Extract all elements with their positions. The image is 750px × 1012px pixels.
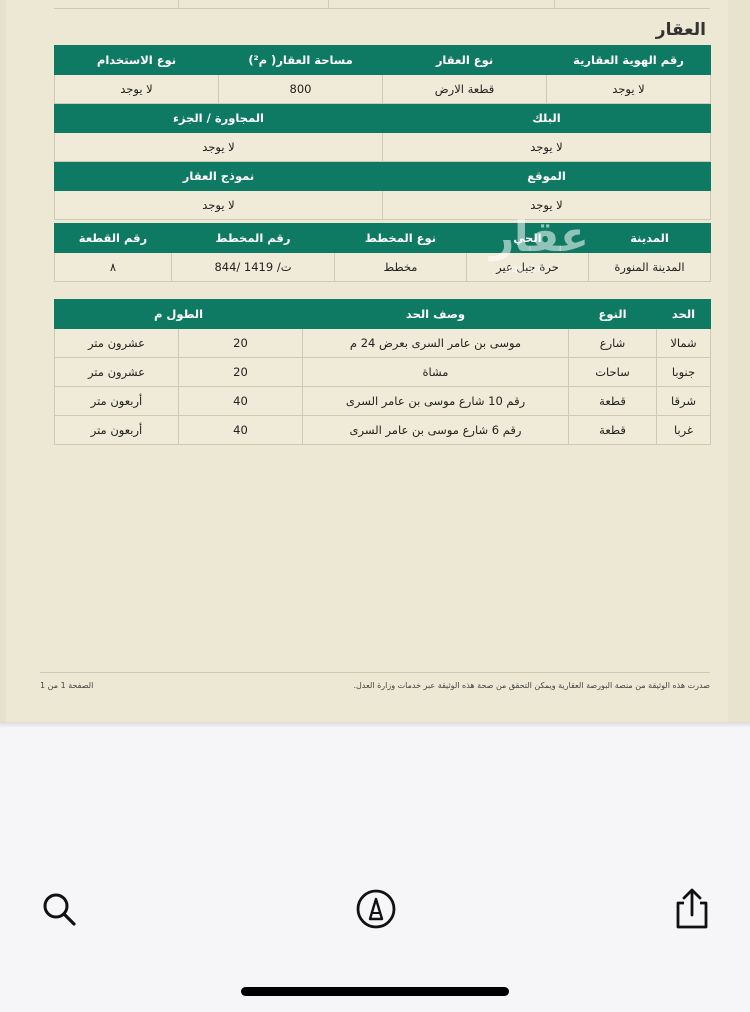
value-cell: لا يوجد: [54, 74, 219, 104]
value-cell: المدينة المنورة: [588, 252, 711, 282]
header-cell: المجاورة / الجزء: [54, 103, 383, 133]
value-cell: مخطط: [334, 252, 467, 282]
table-row: شمالا شارع موسى بن عامر السرى بعرض 24 م …: [54, 328, 711, 358]
value-cell: لا يوجد: [546, 74, 711, 104]
header-cell: نوع الاستخدام: [54, 45, 219, 75]
header-cell: المدينة: [588, 223, 711, 253]
table-row: شرقا قطعة رقم 10 شارع موسى بن عامر السرى…: [54, 386, 711, 416]
boundaries-header-row: الحد النوع وصف الحد الطول م: [54, 299, 711, 329]
plan-table: المدينة الحي نوع المخطط رقم المخطط رقم ا…: [54, 223, 711, 282]
header-cell: مساحة العقار( م²): [218, 45, 383, 75]
share-icon: [672, 887, 712, 934]
property-header-row: رقم الهوية العقارية نوع العقار مساحة الع…: [54, 45, 711, 75]
header-cell: رقم القطعة: [54, 223, 172, 253]
value-cell: لا يوجد: [382, 132, 711, 162]
value-cell: لا يوجد: [54, 190, 383, 220]
cell: عشرون متر: [54, 357, 179, 387]
property-table: رقم الهوية العقارية نوع العقار مساحة الع…: [54, 45, 711, 220]
watermark-text: aqar.fm: [505, 264, 544, 275]
boundaries-table: الحد النوع وصف الحد الطول م شمالا شارع م…: [54, 299, 711, 445]
property-value-row: لا يوجد قطعة الارض 800 لا يوجد: [54, 74, 711, 104]
header-cell: الحد: [656, 299, 711, 329]
cell: شرقا: [656, 386, 711, 416]
plan-header-row: المدينة الحي نوع المخطط رقم المخطط رقم ا…: [54, 223, 711, 253]
cell: 20: [178, 357, 303, 387]
markup-button[interactable]: [350, 884, 402, 936]
header-cell: البلك: [382, 103, 711, 133]
table-row: غربا قطعة رقم 6 شارع موسى بن عامر السرى …: [54, 415, 711, 445]
header-cell: الطول م: [54, 299, 303, 329]
property-value-row: لا يوجد لا يوجد: [54, 132, 711, 162]
table-row: جنوبا ساحات مشاة 20 عشرون متر: [54, 357, 711, 387]
page-edge: [728, 0, 750, 722]
previous-table-remnant: [54, 0, 710, 9]
cell: جنوبا: [656, 357, 711, 387]
cell: مشاة: [302, 357, 569, 387]
page-edge: [0, 0, 6, 722]
property-header-row: الموقع نموذج العقار: [54, 161, 711, 191]
value-cell: لا يوجد: [54, 132, 383, 162]
markup-pen-icon: [354, 887, 398, 934]
cell: شمالا: [656, 328, 711, 358]
footer-note: صدرت هذه الوثيقة من منصة البورصة العقاري…: [353, 681, 710, 690]
property-value-row: لا يوجد لا يوجد: [54, 190, 711, 220]
search-icon: [39, 889, 79, 932]
header-cell: رقم المخطط: [171, 223, 335, 253]
page-indicator: الصفحة 1 من 1: [40, 681, 94, 690]
header-cell: نوع المخطط: [334, 223, 467, 253]
page-shadow: [0, 722, 750, 728]
section-title: العقار: [655, 20, 706, 40]
header-cell: نوع العقار: [382, 45, 547, 75]
value-cell: 800: [218, 74, 383, 104]
cell: 40: [178, 415, 303, 445]
cell: 40: [178, 386, 303, 416]
property-header-row: البلك المجاورة / الجزء: [54, 103, 711, 133]
header-cell: رقم الهوية العقارية: [546, 45, 711, 75]
cell: عشرون متر: [54, 328, 179, 358]
cell: أربعون متر: [54, 386, 179, 416]
home-indicator[interactable]: [241, 987, 509, 996]
header-cell: النوع: [568, 299, 657, 329]
cell: شارع: [568, 328, 657, 358]
cell: أربعون متر: [54, 415, 179, 445]
cell: رقم 10 شارع موسى بن عامر السرى: [302, 386, 569, 416]
cell: 20: [178, 328, 303, 358]
document-page: العقار رقم الهوية العقارية نوع العقار مس…: [0, 0, 750, 722]
document-footer: صدرت هذه الوثيقة من منصة البورصة العقاري…: [40, 672, 710, 690]
cell: موسى بن عامر السرى بعرض 24 م: [302, 328, 569, 358]
cell: رقم 6 شارع موسى بن عامر السرى: [302, 415, 569, 445]
cell: قطعة: [568, 415, 657, 445]
header-cell: الموقع: [382, 161, 711, 191]
share-button[interactable]: [666, 884, 718, 936]
cell: ساحات: [568, 357, 657, 387]
cell: غربا: [656, 415, 711, 445]
watermark-logo: عقار: [490, 212, 589, 261]
search-button[interactable]: [33, 884, 85, 936]
cell: قطعة: [568, 386, 657, 416]
plan-value-row: المدينة المنورة حرة جبل عير مخطط ت/ 1419…: [54, 252, 711, 282]
header-cell: وصف الحد: [302, 299, 569, 329]
value-cell: ت/ 1419 /844: [171, 252, 335, 282]
value-cell: قطعة الارض: [382, 74, 547, 104]
value-cell: ٨: [54, 252, 172, 282]
header-cell: نموذج العقار: [54, 161, 383, 191]
